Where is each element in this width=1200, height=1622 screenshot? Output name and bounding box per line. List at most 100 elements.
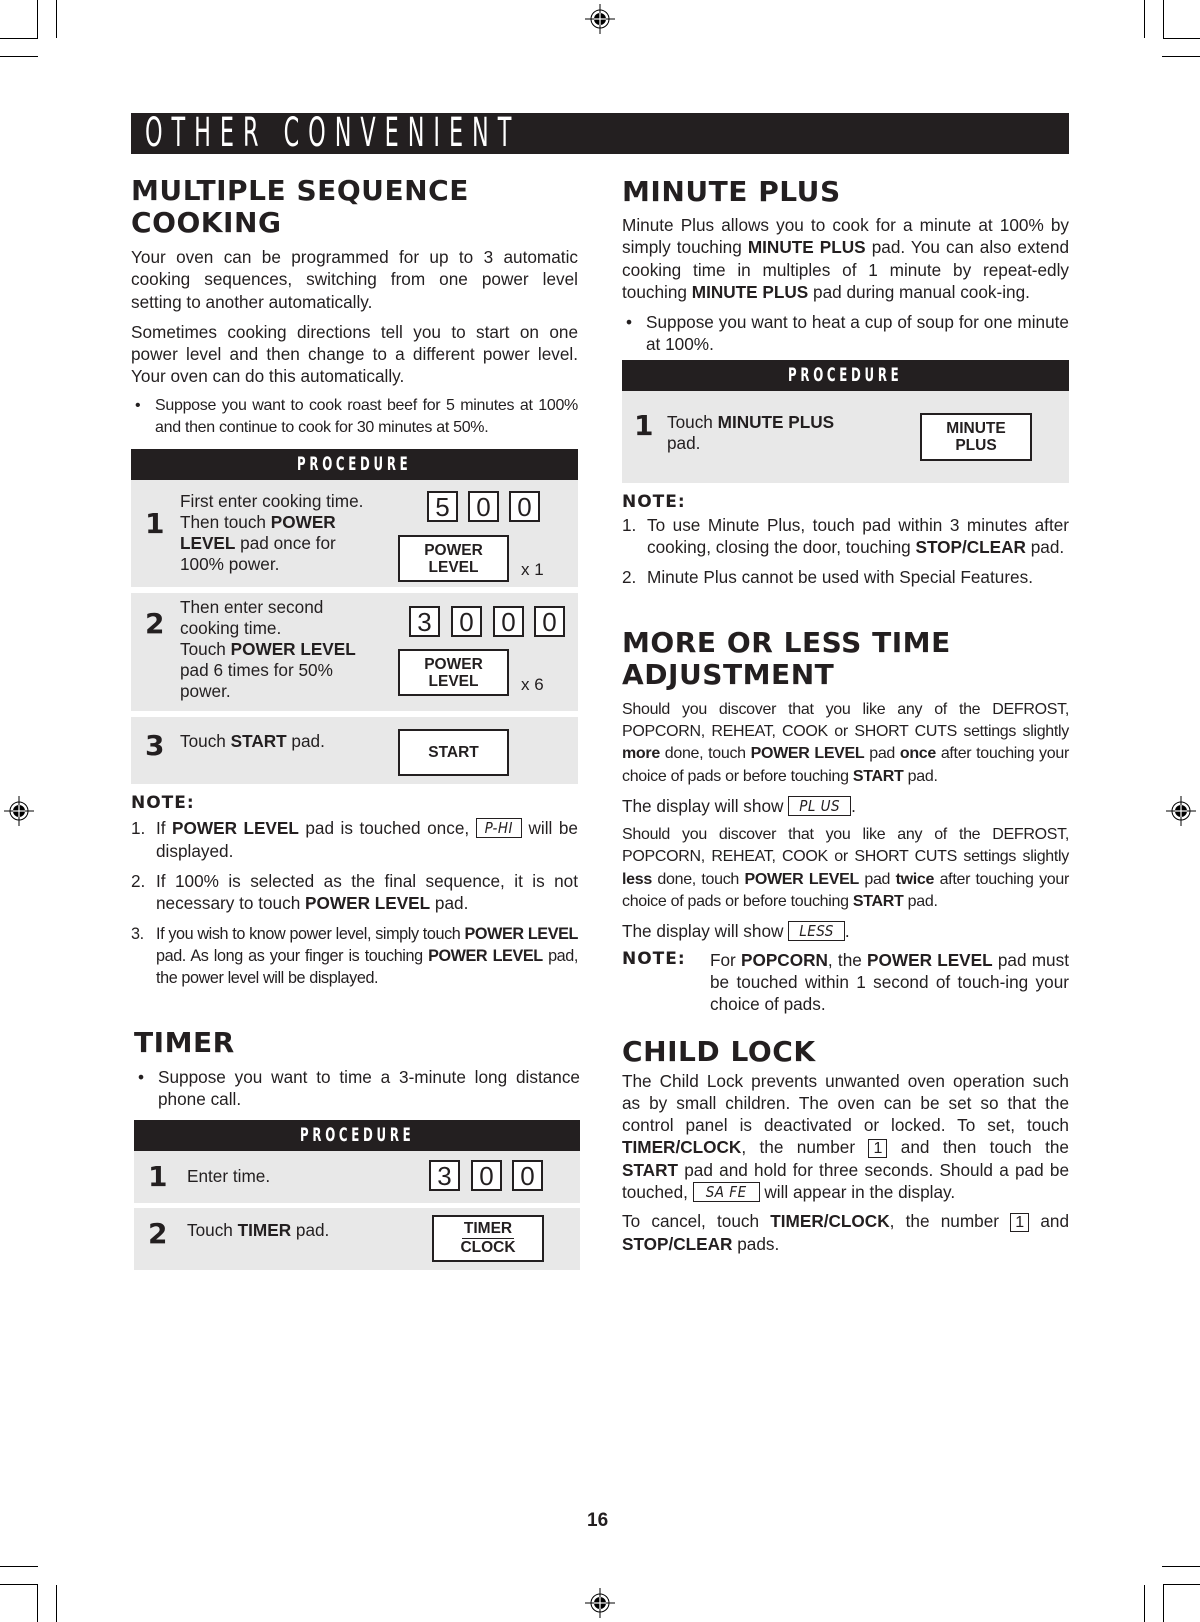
crop-mark bbox=[0, 56, 38, 57]
digit-key[interactable]: 0 bbox=[509, 491, 540, 523]
text: The display will show bbox=[622, 795, 789, 816]
step-text: Enter time. bbox=[187, 1165, 271, 1186]
digit-key[interactable]: 3 bbox=[429, 1159, 460, 1191]
display-less-line: The display will show LESS. bbox=[622, 920, 1069, 942]
step-text: Touch TIMER pad. bbox=[187, 1220, 329, 1241]
heading-line: MORE OR LESS TIME bbox=[622, 626, 951, 659]
crop-mark bbox=[1163, 38, 1200, 39]
right-column: MINUTE PLUS Minute Plus allows you to co… bbox=[622, 176, 1069, 1255]
digit-key[interactable]: 0 bbox=[468, 491, 499, 523]
note-number: 3. bbox=[131, 924, 144, 943]
example-bullet: Suppose you want to cook roast beef for … bbox=[131, 395, 578, 440]
pad-label: PLUS bbox=[955, 436, 997, 454]
digit-key[interactable]: 0 bbox=[471, 1159, 502, 1191]
text: and then touch the bbox=[887, 1137, 1069, 1158]
registration-mark-icon bbox=[1166, 796, 1196, 826]
procedure-step: 1 First enter cooking time. Then touch P… bbox=[131, 480, 578, 588]
step-number: 2 bbox=[145, 607, 165, 641]
crop-mark bbox=[1162, 1566, 1200, 1567]
minute-plus-pad[interactable]: MINUTE PLUS bbox=[920, 412, 1032, 461]
text: more bbox=[622, 745, 660, 763]
text: pad. bbox=[667, 432, 701, 453]
crop-mark bbox=[1163, 1584, 1164, 1622]
procedure-label: PROCEDURE bbox=[299, 1123, 415, 1146]
text: . bbox=[851, 795, 856, 816]
text: pad. bbox=[903, 767, 938, 785]
crop-mark bbox=[56, 1585, 57, 1622]
text: Should you discover that you like any of… bbox=[622, 826, 1069, 866]
procedure-step: 1 Touch MINUTE PLUS pad. MINUTE PLUS bbox=[622, 390, 1069, 483]
text: pad once for bbox=[235, 533, 336, 554]
step-number: 1 bbox=[145, 507, 165, 541]
example-bullet: Suppose you want to time a 3-minute long… bbox=[134, 1066, 580, 1111]
text: STOP/CLEAR bbox=[622, 1233, 733, 1254]
crop-mark bbox=[1144, 0, 1145, 38]
repeat-count: x 1 bbox=[521, 560, 544, 580]
digit-key[interactable]: 0 bbox=[451, 606, 482, 638]
text: POWER LEVEL bbox=[464, 924, 579, 943]
start-pad[interactable]: START bbox=[398, 729, 509, 777]
text: POWER LEVEL bbox=[172, 818, 299, 839]
note-number: 2. bbox=[131, 870, 146, 891]
text: POWER LEVEL bbox=[867, 949, 993, 970]
crop-mark bbox=[1163, 1584, 1200, 1585]
text: less bbox=[622, 870, 652, 888]
notes-list: 1. If POWER LEVEL pad is touched once, P-… bbox=[131, 817, 578, 989]
text: once bbox=[899, 745, 936, 763]
text: Then enter second bbox=[180, 597, 324, 618]
digit-key[interactable]: 0 bbox=[493, 606, 524, 638]
crop-mark bbox=[0, 38, 37, 39]
text: pad is touched once, bbox=[298, 818, 476, 839]
minute-plus-paragraph: Minute Plus allows you to cook for a min… bbox=[622, 214, 1069, 303]
text: will bbox=[521, 818, 553, 839]
text: If you wish to know power level, simply … bbox=[156, 924, 465, 943]
lcd-display-safe: SA FE bbox=[692, 1182, 760, 1203]
procedure-panel: PROCEDURE 1 First enter cooking time. Th… bbox=[131, 449, 578, 785]
example-bullet: Suppose you want to heat a cup of soup f… bbox=[622, 311, 1069, 356]
power-level-pad[interactable]: POWER LEVEL bbox=[398, 649, 509, 697]
left-column: MULTIPLE SEQUENCE COOKING Your oven can … bbox=[131, 175, 578, 989]
pad-label: LEVEL bbox=[428, 672, 479, 690]
timer-section: TIMER Suppose you want to time a 3-minut… bbox=[134, 1027, 580, 1270]
procedure-step: 2 Touch TIMER pad. TIMER CLOCK bbox=[134, 1207, 580, 1270]
registration-mark-icon bbox=[4, 796, 34, 826]
text: pad bbox=[864, 745, 900, 763]
timer-clock-pad[interactable]: TIMER CLOCK bbox=[432, 1214, 544, 1262]
number-key-1: 1 bbox=[1010, 1213, 1030, 1233]
text: pads. bbox=[732, 1233, 780, 1254]
procedure-panel: PROCEDURE 1 Enter time. 3 0 0 2 Touch TI… bbox=[134, 1119, 580, 1270]
less-paragraph: Should you discover that you like any of… bbox=[622, 824, 1069, 913]
lcd-display-p-hi: P-HI bbox=[475, 818, 522, 839]
pad-label: CLOCK bbox=[460, 1239, 516, 1257]
text: Touch bbox=[180, 639, 231, 660]
text: TIMER/CLOCK bbox=[770, 1211, 890, 1232]
text: and bbox=[1029, 1211, 1070, 1232]
registration-mark-icon bbox=[585, 4, 615, 34]
text: pad bbox=[858, 870, 896, 888]
notes-list: 1. To use Minute Plus, touch pad within 3… bbox=[622, 514, 1069, 589]
note-item: 1. If POWER LEVEL pad is touched once, P-… bbox=[131, 817, 578, 862]
note-item: 2. If 100% is selected as the final seque… bbox=[131, 870, 578, 915]
procedure-step: 3 Touch START pad. START bbox=[131, 717, 578, 785]
note-heading: NOTE: bbox=[622, 491, 686, 512]
crop-mark bbox=[0, 1566, 38, 1567]
text: MINUTE PLUS bbox=[691, 281, 809, 302]
text: pad. bbox=[903, 893, 938, 911]
power-level-pad[interactable]: POWER LEVEL bbox=[398, 535, 509, 583]
text: Should you discover that you like any of… bbox=[622, 700, 1069, 740]
crop-mark bbox=[37, 0, 38, 39]
registration-mark-icon bbox=[585, 1588, 615, 1618]
digit-key[interactable]: 0 bbox=[512, 1159, 543, 1191]
text: , the bbox=[827, 949, 868, 970]
text: POWER LEVEL bbox=[230, 639, 356, 660]
step-text: Then enter second cooking time. Touch PO… bbox=[180, 597, 356, 702]
digit-key[interactable]: 5 bbox=[427, 491, 458, 523]
procedure-label: PROCEDURE bbox=[297, 453, 412, 476]
text: START bbox=[230, 731, 287, 752]
heading-line: ADJUSTMENT bbox=[622, 658, 835, 691]
procedure-header: PROCEDURE bbox=[131, 449, 578, 481]
digit-key[interactable]: 0 bbox=[534, 606, 565, 638]
digit-key[interactable]: 3 bbox=[409, 606, 440, 638]
intro-paragraph: Your oven can be programmed for up to 3 … bbox=[131, 247, 578, 312]
text: START bbox=[622, 1159, 679, 1180]
